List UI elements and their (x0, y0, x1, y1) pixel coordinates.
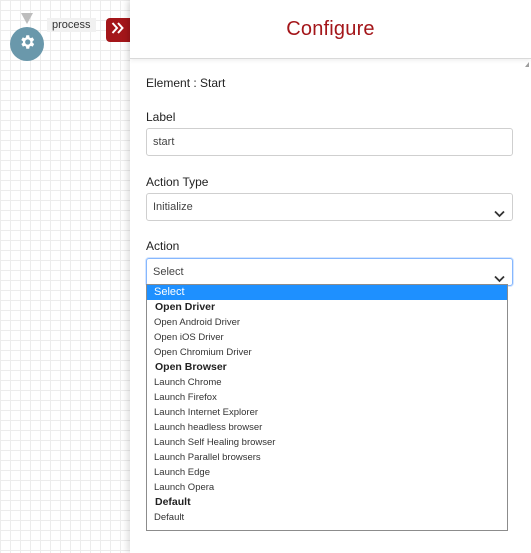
dropdown-option[interactable]: Open Android Driver (147, 315, 507, 330)
action-label: Action (146, 239, 180, 253)
dropdown-option[interactable]: Launch Self Healing browser (147, 435, 507, 450)
dropdown-option[interactable]: Launch Firefox (147, 390, 507, 405)
chevron-down-icon (494, 202, 505, 228)
dropdown-option[interactable]: Open iOS Driver (147, 330, 507, 345)
dropdown-option[interactable]: Open Chromium Driver (147, 345, 507, 360)
dropdown-option[interactable]: Launch Edge (147, 465, 507, 480)
node-label: process (47, 18, 96, 32)
panel-title: Configure (286, 17, 375, 40)
scroll-up-icon[interactable] (525, 62, 529, 67)
double-chevron-right-icon (111, 21, 125, 39)
label-input[interactable]: start (146, 128, 513, 156)
action-select[interactable]: Select (146, 258, 513, 286)
action-dropdown-list[interactable]: Select Open Driver Open Android Driver Open… (146, 284, 508, 531)
element-name: Element : Start (146, 76, 226, 90)
node-connector-icon (21, 13, 33, 24)
collapse-panel-button[interactable] (106, 18, 130, 42)
configure-panel: Configure Element : Start Label start Ac… (130, 0, 531, 553)
process-node[interactable] (10, 27, 44, 61)
label-field-label: Label (146, 110, 176, 124)
action-type-label: Action Type (146, 175, 209, 189)
panel-header: Configure (130, 0, 531, 59)
dropdown-option[interactable]: Launch Chrome (147, 375, 507, 390)
dropdown-group-label: Open Browser (155, 361, 227, 373)
dropdown-option[interactable]: Launch Opera (147, 480, 507, 495)
dropdown-group-label: Default (155, 496, 191, 508)
action-type-value: Initialize (153, 201, 193, 213)
dropdown-option[interactable]: Launch Parallel browsers (147, 450, 507, 465)
gear-icon (18, 33, 36, 56)
action-type-select[interactable]: Initialize (146, 193, 513, 221)
dropdown-option[interactable]: Launch Internet Explorer (147, 405, 507, 420)
dropdown-option[interactable]: Launch headless browser (147, 420, 507, 435)
dropdown-option[interactable]: Select (147, 285, 507, 300)
dropdown-option[interactable]: Default (147, 510, 507, 525)
action-value: Select (153, 266, 184, 278)
dropdown-group-label: Open Driver (155, 301, 216, 313)
